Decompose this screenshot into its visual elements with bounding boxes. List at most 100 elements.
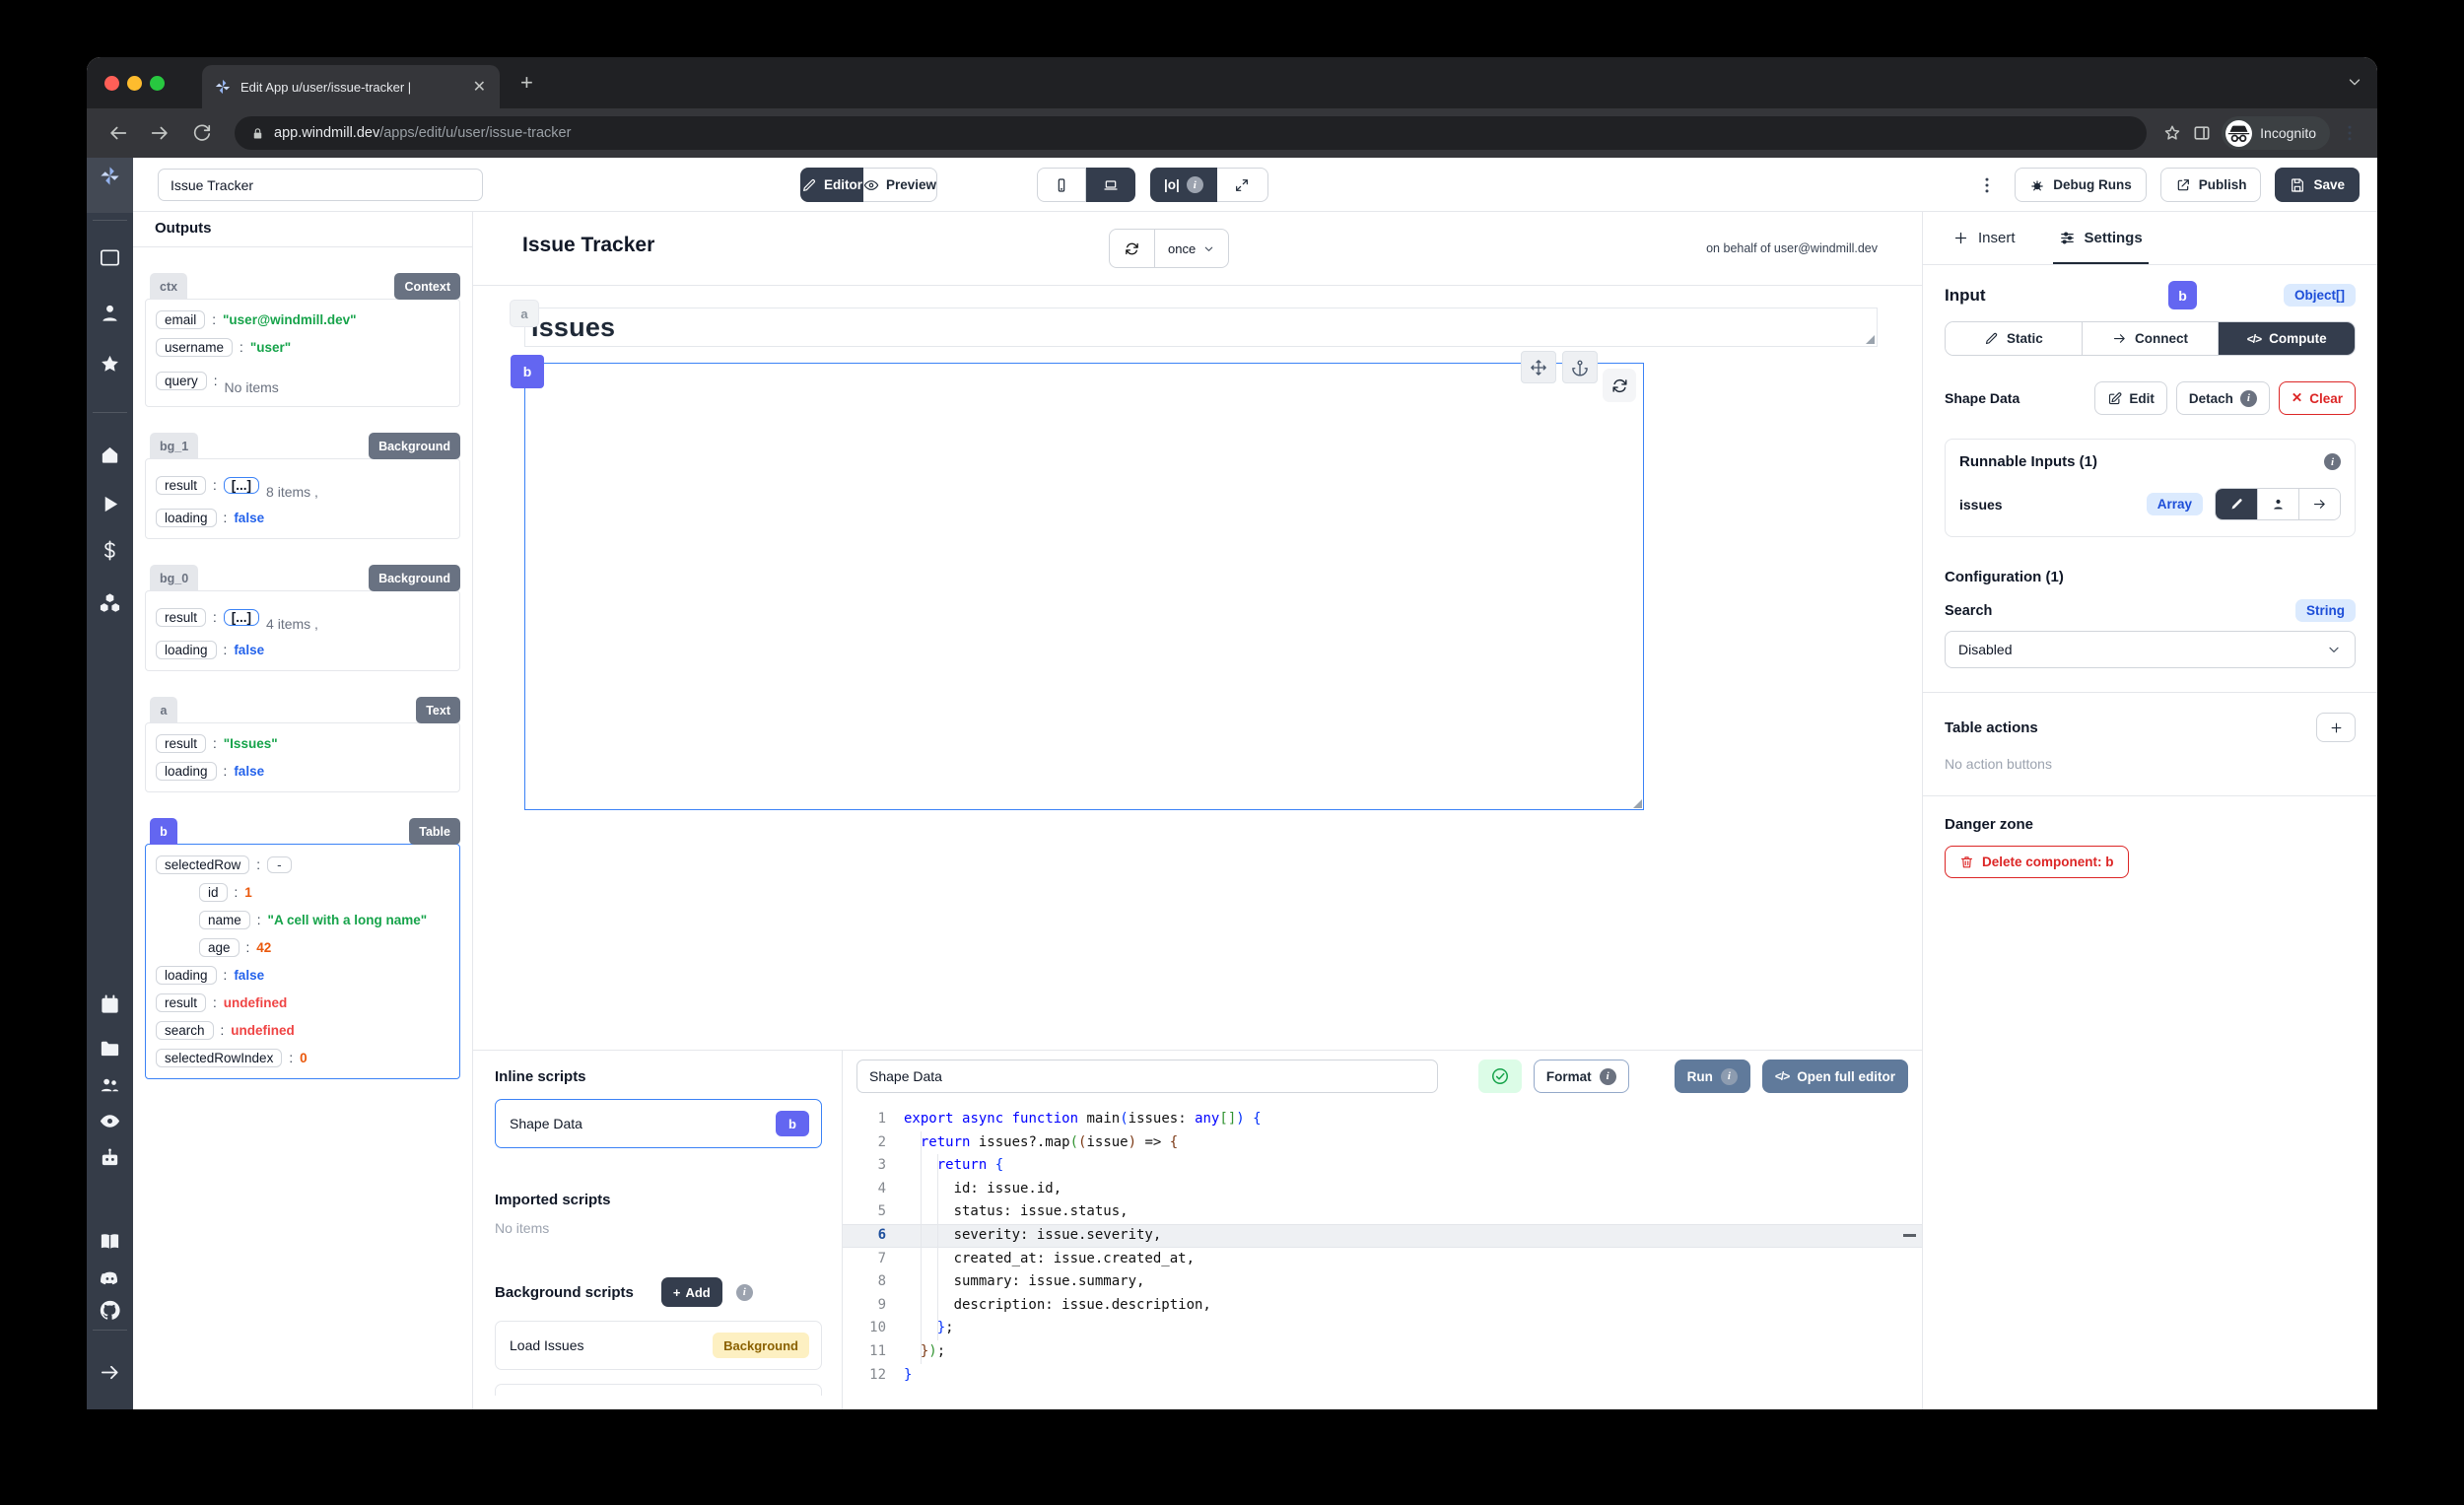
forward-icon[interactable]	[149, 122, 171, 144]
diff-toggle[interactable]: |o|i	[1150, 168, 1217, 202]
apps-icon[interactable]	[99, 246, 121, 269]
window-minimize-button[interactable]	[127, 76, 142, 91]
expand-chip[interactable]: -	[267, 856, 292, 873]
output-card-tag[interactable]: ctx	[150, 273, 187, 300]
window-zoom-button[interactable]	[150, 76, 165, 91]
mode-compute[interactable]: </>Compute	[2218, 322, 2355, 355]
output-key[interactable]: search	[156, 1021, 214, 1040]
add-background-script-button[interactable]: +Add	[661, 1277, 722, 1307]
run-button[interactable]: Runi	[1675, 1060, 1750, 1093]
output-row[interactable]: result:[...]8 items ,	[156, 470, 449, 500]
edit-script-button[interactable]: Edit	[2094, 381, 2167, 415]
github-icon[interactable]	[99, 1299, 121, 1322]
component-a-tag[interactable]: a	[511, 301, 538, 326]
debug-runs-button[interactable]: Debug Runs	[2015, 168, 2147, 202]
code-line[interactable]: 6 severity: issue.severity,	[843, 1224, 1922, 1248]
code-line[interactable]: 1export async function main(issues: any[…	[843, 1108, 1922, 1131]
expand-chip[interactable]: [...]	[224, 477, 259, 494]
variables-icon[interactable]	[99, 539, 121, 562]
tab-close-icon[interactable]: ✕	[471, 77, 488, 97]
refresh-mode-dropdown[interactable]: once	[1155, 229, 1229, 268]
output-row[interactable]: query:No items	[156, 366, 449, 395]
profile-chip[interactable]: Incognito	[2222, 116, 2330, 150]
detach-button[interactable]: Detachi	[2176, 381, 2270, 415]
reload-icon[interactable]	[190, 122, 212, 144]
output-row[interactable]: loading:false	[156, 509, 449, 527]
source-user[interactable]	[2257, 489, 2298, 519]
anchor-button[interactable]	[1562, 351, 1598, 383]
browser-menu-icon[interactable]	[2340, 123, 2360, 143]
discord-icon[interactable]	[99, 1266, 121, 1289]
tab-list-chevron-icon[interactable]	[2346, 73, 2363, 91]
favorites-icon[interactable]	[99, 353, 121, 376]
output-key[interactable]: id	[199, 883, 228, 902]
output-card-tag[interactable]: a	[150, 697, 177, 723]
tab-settings[interactable]: Settings	[2059, 212, 2143, 264]
refresh-app-button[interactable]	[1109, 229, 1155, 268]
code-line[interactable]: 12}	[843, 1364, 1922, 1388]
desktop-toggle[interactable]	[1086, 168, 1135, 202]
output-card-tag[interactable]: b	[150, 818, 177, 845]
docs-icon[interactable]	[99, 1230, 121, 1253]
windmill-logo-icon[interactable]	[99, 165, 121, 187]
preview-tab[interactable]: Preview	[863, 168, 937, 202]
output-row[interactable]: id:1	[156, 883, 449, 902]
resize-handle[interactable]	[1633, 799, 1642, 808]
output-row[interactable]: loading:false	[156, 762, 449, 781]
output-key[interactable]: query	[156, 372, 207, 390]
app-menu-icon[interactable]	[1977, 175, 1997, 195]
audit-logs-icon[interactable]	[99, 1110, 121, 1132]
output-row[interactable]: selectedRowIndex:0	[156, 1049, 449, 1067]
address-bar[interactable]: app.windmill.dev/apps/edit/u/user/issue-…	[235, 116, 2147, 150]
back-icon[interactable]	[107, 122, 129, 144]
side-panel-icon[interactable]	[2192, 123, 2212, 143]
output-key[interactable]: age	[199, 938, 240, 957]
new-tab-button[interactable]: +	[520, 71, 533, 95]
output-key[interactable]: selectedRow	[156, 855, 249, 874]
code-line[interactable]: 7 created_at: issue.created_at,	[843, 1248, 1922, 1271]
code-line[interactable]: 8 summary: issue.summary,	[843, 1270, 1922, 1294]
component-b-tag[interactable]: b	[511, 355, 544, 388]
source-connect[interactable]	[2298, 489, 2340, 519]
output-row[interactable]: username:"user"	[156, 338, 449, 357]
collapse-icon[interactable]	[99, 1361, 121, 1384]
output-key[interactable]: result	[156, 734, 206, 753]
workers-icon[interactable]	[99, 1146, 121, 1169]
runs-icon[interactable]	[99, 493, 121, 515]
publish-button[interactable]: Publish	[2160, 168, 2262, 202]
output-key[interactable]: result	[156, 476, 206, 495]
output-row[interactable]: email:"user@windmill.dev"	[156, 310, 449, 329]
code-line[interactable]: 10 };	[843, 1317, 1922, 1340]
output-key[interactable]: name	[199, 911, 250, 929]
text-component-a[interactable]: Issues	[524, 308, 1878, 347]
output-key[interactable]: email	[156, 310, 205, 329]
source-static[interactable]	[2216, 489, 2257, 519]
list-item[interactable]	[495, 1384, 822, 1396]
editor-tab[interactable]: Editor	[800, 168, 863, 202]
app-canvas[interactable]: a Issues b	[473, 286, 1922, 1050]
save-button[interactable]: Save	[2275, 168, 2360, 202]
app-name-input[interactable]	[158, 169, 483, 201]
window-close-button[interactable]	[104, 76, 119, 91]
browser-tab[interactable]: Edit App u/user/issue-tracker | ✕	[202, 65, 500, 108]
output-row[interactable]: name:"A cell with a long name"	[156, 911, 449, 929]
code-line[interactable]: 5 status: issue.status,	[843, 1200, 1922, 1224]
output-key[interactable]: loading	[156, 509, 217, 527]
output-row[interactable]: selectedRow:-	[156, 855, 449, 874]
add-table-action-button[interactable]	[2316, 713, 2356, 742]
resize-handle[interactable]	[1866, 335, 1875, 344]
script-item[interactable]: Load IssuesBackground	[495, 1321, 822, 1370]
clear-button[interactable]: ✕Clear	[2279, 381, 2356, 415]
script-item[interactable]: Shape Datab	[495, 1099, 822, 1148]
output-key[interactable]: result	[156, 608, 206, 627]
move-handle[interactable]	[1521, 351, 1556, 383]
output-row[interactable]: result:undefined	[156, 993, 449, 1012]
mode-connect[interactable]: Connect	[2082, 322, 2219, 355]
fullscreen-toggle[interactable]	[1217, 168, 1268, 202]
table-component-b[interactable]	[524, 363, 1644, 810]
output-key[interactable]: username	[156, 338, 233, 357]
code-area[interactable]: 1export async function main(issues: any[…	[843, 1102, 1922, 1409]
output-row[interactable]: age:42	[156, 938, 449, 957]
output-row[interactable]: loading:false	[156, 641, 449, 659]
groups-icon[interactable]	[99, 1073, 121, 1096]
